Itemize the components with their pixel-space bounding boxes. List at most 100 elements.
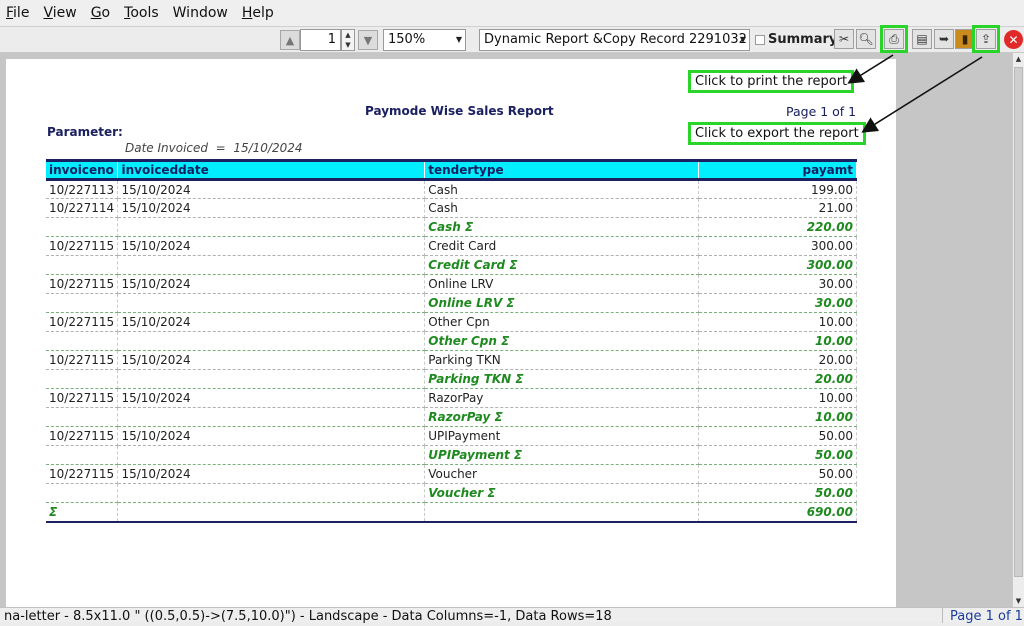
cell-invoiceddate: 15/10/2024 (117, 464, 426, 484)
cell-invoiceno: Σ (46, 502, 119, 523)
cell-invoiceno: 10/227115 (46, 236, 119, 256)
cell-tendertype: Cash Σ (424, 217, 700, 237)
cell-tendertype: UPIPayment (424, 426, 700, 446)
report-table: invoiceno invoiceddate tendertype payamt… (46, 159, 857, 523)
cell-payamt: 50.00 (698, 426, 857, 446)
column-header-tendertype[interactable]: tendertype (424, 159, 700, 181)
page-spinner[interactable]: ▲ ▼ (341, 29, 355, 51)
subtotal-row: UPIPayment Σ 50.00 (46, 445, 857, 465)
status-page: Page 1 of 1 (942, 608, 1024, 623)
column-header-invoiceno[interactable]: invoiceno (46, 159, 119, 181)
zoom-icon: 🔍︎ (858, 32, 874, 46)
find-button[interactable]: 🔍︎ (856, 29, 876, 49)
cell-payamt: 10.00 (698, 388, 857, 408)
column-header-invoiceddate[interactable]: invoiceddate (117, 159, 426, 181)
close-button[interactable]: ✕ (1004, 30, 1023, 49)
cell-tendertype: Credit Card Σ (424, 255, 700, 275)
export-button[interactable]: ⇪ (972, 25, 1000, 53)
zoom-select[interactable]: 150% ▼ (383, 29, 466, 51)
printer-setup-button[interactable]: ▤ (912, 29, 932, 49)
cell-invoiceno (46, 217, 119, 237)
cell-invoiceddate (117, 502, 426, 523)
scrollbar-thumb[interactable] (1014, 67, 1023, 577)
grand-total-row: Σ 690.00 (46, 502, 857, 523)
toolbar: ▲ 1 ▲ ▼ ▼ 150% ▼ Dynamic Report &Copy Rec… (0, 25, 1024, 53)
subtotal-row: Voucher Σ 50.00 (46, 483, 857, 503)
cell-invoiceno: 10/227115 (46, 388, 119, 408)
close-icon: ✕ (1008, 32, 1019, 47)
cell-tendertype: Voucher (424, 464, 700, 484)
cell-payamt: 10.00 (698, 312, 857, 332)
cell-tendertype: Parking TKN Σ (424, 369, 700, 389)
down-arrow-icon: ▼ (363, 33, 373, 47)
cell-invoiceddate (117, 293, 426, 313)
menu-item-tools[interactable]: Tools (124, 5, 159, 21)
table-row: 10/227115 15/10/2024 Online LRV 30.00 (46, 274, 857, 294)
menu-item-file[interactable]: File (6, 5, 29, 21)
cell-payamt: 50.00 (698, 445, 857, 465)
cell-invoiceno: 10/227115 (46, 464, 119, 484)
subtotal-row: Cash Σ 220.00 (46, 217, 857, 237)
cell-payamt: 50.00 (698, 464, 857, 484)
settings-icon: ✂ (838, 32, 850, 46)
subtotal-row: Online LRV Σ 30.00 (46, 293, 857, 313)
send-button[interactable]: ➥ (934, 29, 954, 49)
settings-button[interactable]: ✂ (834, 29, 854, 49)
cell-payamt: 300.00 (698, 236, 857, 256)
print-icon: ⎙ (889, 31, 899, 46)
menu-label: o (101, 5, 111, 21)
page-number-input[interactable]: 1 (300, 29, 341, 51)
cell-payamt: 10.00 (698, 331, 857, 351)
menu-mnemonic: V (43, 5, 53, 21)
cell-tendertype: Voucher Σ (424, 483, 700, 503)
summary-checkbox[interactable] (755, 35, 765, 45)
report-select-value: Dynamic Report &Copy Record 2291032 (484, 32, 747, 47)
menu-mnemonic: H (241, 5, 253, 21)
menu-mnemonic: G (90, 5, 102, 21)
cell-payamt: 20.00 (698, 350, 857, 370)
cell-tendertype (424, 502, 700, 523)
table-row: 10/227115 15/10/2024 RazorPay 10.00 (46, 388, 857, 408)
scroll-down-icon[interactable]: ▼ (1013, 596, 1024, 606)
scroll-up-icon[interactable]: ▲ (1013, 54, 1024, 64)
table-row: 10/227114 15/10/2024 Cash 21.00 (46, 198, 857, 218)
menu-item-window[interactable]: Window (173, 5, 228, 21)
parameter-label: Parameter: (47, 125, 123, 139)
previous-page-button[interactable]: ▲ (280, 30, 300, 50)
menu-item-go[interactable]: Go (91, 5, 110, 21)
menu-mnemonic: F (6, 5, 14, 21)
cell-invoiceddate: 15/10/2024 (117, 179, 426, 199)
cell-payamt: 690.00 (698, 502, 857, 523)
table-header-row: invoiceno invoiceddate tendertype payamt (46, 159, 857, 181)
vertical-scrollbar[interactable]: ▲ ▼ (1012, 53, 1024, 607)
next-page-button[interactable]: ▼ (358, 30, 378, 50)
parameter-value: Date Invoiced = 15/10/2024 (125, 141, 303, 155)
menu-item-help[interactable]: Help (242, 5, 274, 21)
printer-setup-icon: ▤ (916, 32, 928, 46)
cell-invoiceddate: 15/10/2024 (117, 312, 426, 332)
cell-payamt: 300.00 (698, 255, 857, 275)
cell-tendertype: RazorPay (424, 388, 700, 408)
archive-button[interactable]: ▮ (955, 29, 975, 49)
cell-invoiceddate: 15/10/2024 (117, 274, 426, 294)
cell-invoiceno (46, 293, 119, 313)
cell-invoiceddate (117, 369, 426, 389)
menu-item-view[interactable]: View (43, 5, 76, 21)
subtotal-row: Credit Card Σ 300.00 (46, 255, 857, 275)
book-icon: ▮ (961, 32, 969, 46)
cell-tendertype: Online LRV (424, 274, 700, 294)
report-title: Paymode Wise Sales Report (365, 104, 554, 118)
menu-bar: File View Go Tools Window Help (0, 0, 1024, 27)
report-select[interactable]: Dynamic Report &Copy Record 2291032 ▼ (479, 29, 750, 51)
cell-invoiceddate: 15/10/2024 (117, 388, 426, 408)
column-header-payamt[interactable]: payamt (698, 159, 857, 181)
cell-invoiceno: 10/227115 (46, 274, 119, 294)
print-button[interactable]: ⎙ (880, 25, 908, 53)
cell-invoiceno (46, 255, 119, 275)
cell-tendertype: Cash (424, 179, 700, 199)
cell-invoiceno: 10/227114 (46, 198, 119, 218)
cell-invoiceddate: 15/10/2024 (117, 236, 426, 256)
report-page-number: Page 1 of 1 (786, 104, 857, 119)
chevron-down-icon: ▼ (455, 35, 463, 44)
cell-invoiceno (46, 331, 119, 351)
